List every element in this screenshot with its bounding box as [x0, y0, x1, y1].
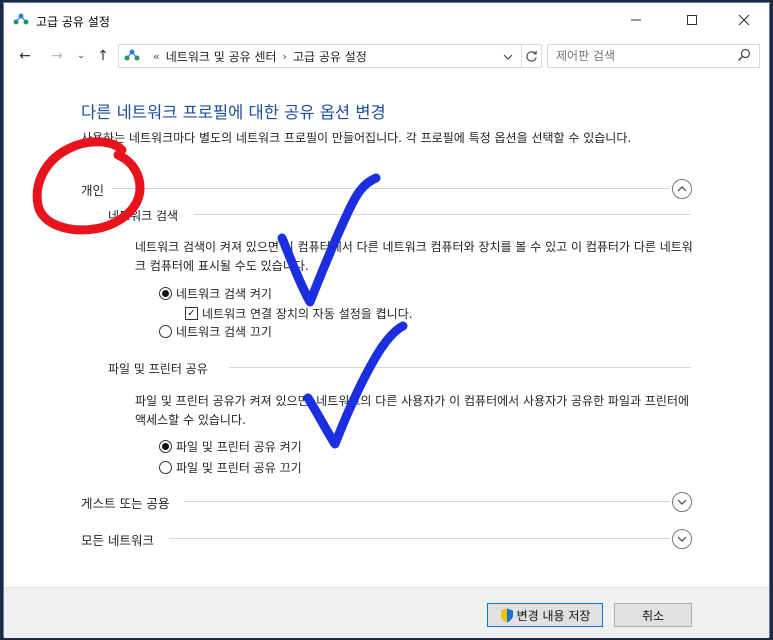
checkbox-label: 네트워크 연결 장치의 자동 설정을 켭니다. — [202, 307, 413, 321]
save-button-label: 변경 내용 저장 — [516, 608, 591, 623]
divider — [194, 214, 691, 215]
breadcrumb-advanced-sharing[interactable]: 고급 공유 설정 — [293, 48, 367, 65]
checkmark-icon: ✓ — [185, 307, 198, 320]
radio-label: 파일 및 프린터 공유 켜기 — [176, 440, 302, 454]
network-discovery-description: 네트워크 검색이 켜져 있으면 이 컴퓨터에서 다른 네트워크 컴퓨터와 장치를… — [135, 240, 693, 273]
page-title: 다른 네트워크 프로필에 대한 공유 옵션 변경 — [81, 103, 386, 122]
forward-button[interactable]: → — [46, 45, 68, 67]
maximize-icon — [687, 15, 697, 25]
network-discovery-on-radio[interactable]: 네트워크 검색 켜기 — [159, 285, 272, 302]
radio-selected-icon — [159, 287, 172, 300]
breadcrumb-separator[interactable]: › — [283, 50, 287, 63]
up-button[interactable]: ↑ — [92, 45, 114, 67]
network-icon — [124, 49, 140, 61]
address-bar[interactable]: « 네트워크 및 공유 센터 › 고급 공유 설정 — [118, 44, 522, 68]
file-printer-sharing-label: 파일 및 프린터 공유 — [108, 362, 208, 376]
minimize-icon — [631, 19, 641, 21]
maximize-button[interactable] — [669, 3, 715, 37]
window-title: 고급 공유 설정 — [36, 15, 110, 29]
search-input[interactable] — [547, 44, 760, 68]
section-private-label[interactable]: 개인 — [81, 180, 104, 199]
navigation-bar: ← → ⌄ ↑ « 네트워크 및 공유 센터 › 고급 공유 설정 — [4, 41, 769, 73]
advanced-sharing-window: 고급 공유 설정 ← → ⌄ ↑ « 네트워크 및 공유 센터 › 고급 공유 … — [3, 2, 770, 638]
expand-all-networks-button[interactable] — [672, 529, 692, 549]
radio-label: 네트워크 검색 끄기 — [176, 325, 272, 339]
divider — [229, 367, 691, 368]
main-content: 다른 네트워크 프로필에 대한 공유 옵션 변경 사용하는 네트워크마다 별도의… — [4, 77, 769, 587]
recent-locations-button[interactable]: ⌄ — [70, 45, 92, 67]
divider — [112, 188, 670, 189]
close-button[interactable] — [721, 3, 767, 37]
chevron-up-icon — [677, 186, 687, 192]
radio-label: 네트워크 검색 켜기 — [176, 287, 272, 301]
minimize-button[interactable] — [613, 3, 659, 37]
divider — [169, 538, 670, 539]
radio-unselected-icon — [159, 325, 172, 338]
expand-guest-button[interactable] — [672, 492, 692, 512]
radio-label: 파일 및 프린터 공유 끄기 — [176, 461, 302, 475]
close-icon — [738, 14, 750, 26]
network-discovery-label: 네트워크 검색 — [108, 209, 179, 223]
file-printer-sharing-off-radio[interactable]: 파일 및 프린터 공유 끄기 — [159, 459, 302, 476]
save-changes-button[interactable]: 변경 내용 저장 — [487, 603, 603, 627]
radio-unselected-icon — [159, 461, 172, 474]
section-all-networks-label[interactable]: 모든 네트워크 — [81, 530, 154, 549]
breadcrumb-overflow[interactable]: « — [153, 50, 160, 63]
back-button[interactable]: ← — [14, 45, 36, 67]
refresh-button[interactable] — [522, 44, 542, 68]
chevron-down-icon — [677, 536, 687, 542]
title-bar: 고급 공유 설정 — [4, 3, 769, 37]
refresh-icon — [526, 50, 537, 62]
radio-selected-icon — [159, 440, 172, 453]
divider — [184, 501, 670, 502]
collapse-private-button[interactable] — [672, 179, 692, 199]
network-icon — [13, 13, 29, 25]
network-discovery-off-radio[interactable]: 네트워크 검색 끄기 — [159, 323, 272, 340]
footer-bar: 변경 내용 저장 취소 — [4, 587, 769, 638]
file-printer-sharing-on-radio[interactable]: 파일 및 프린터 공유 켜기 — [159, 438, 302, 455]
search-icon[interactable] — [737, 48, 751, 62]
uac-shield-icon — [500, 608, 513, 622]
chevron-down-icon[interactable] — [503, 48, 513, 66]
cancel-button[interactable]: 취소 — [614, 603, 692, 627]
file-printer-sharing-description: 파일 및 프린터 공유가 켜져 있으면, 네트워크의 다른 사용자가 이 컴퓨터… — [135, 394, 690, 427]
auto-setup-checkbox[interactable]: ✓ 네트워크 연결 장치의 자동 설정을 켭니다. — [185, 305, 413, 322]
breadcrumb-network-center[interactable]: 네트워크 및 공유 센터 — [166, 48, 277, 65]
section-guest-label[interactable]: 게스트 또는 공용 — [81, 493, 169, 512]
intro-text: 사용하는 네트워크마다 별도의 네트워크 프로필이 만들어집니다. 각 프로필에… — [81, 131, 632, 145]
chevron-down-icon — [677, 499, 687, 505]
